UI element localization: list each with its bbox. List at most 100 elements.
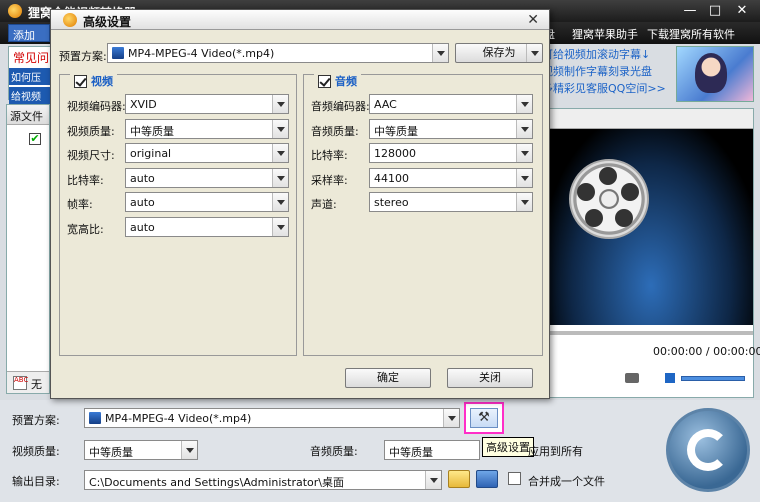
- audio-field-value: 44100: [374, 171, 409, 185]
- video-quality-label: 视频质量:: [12, 445, 60, 458]
- video-field-label: 视频尺寸:: [67, 149, 115, 163]
- time-display: 00:00:00 / 00:00:00: [653, 345, 760, 358]
- faq-panel: 常见问 如何压 给视频: [8, 46, 54, 104]
- dialog-title-bar: 高级设置 ✕: [51, 10, 549, 30]
- video-field-value: auto: [130, 171, 155, 185]
- apply-to-all-label[interactable]: 应用到所有: [528, 443, 583, 459]
- faq-link-1[interactable]: 如何压: [9, 68, 53, 85]
- video-field-label: 视频编码器:: [67, 100, 126, 113]
- promo-links: 可给视频加滚动字幕↓ 视频制作字幕刻录光盘 多精彩见客服QQ空间>>: [542, 46, 674, 100]
- audio-field-select[interactable]: 128000: [369, 143, 533, 164]
- advanced-settings-button[interactable]: ⚒: [464, 402, 504, 434]
- merge-label: 合并成一个文件: [528, 475, 605, 488]
- volume-icon[interactable]: [665, 373, 675, 383]
- menu-item-download-all[interactable]: 下载狸窝所有软件: [647, 26, 735, 42]
- audio-group: 音频: [303, 73, 543, 356]
- advanced-settings-tooltip: 高级设置: [482, 437, 534, 457]
- browse-folder-icon[interactable]: [448, 470, 470, 488]
- faq-link-2[interactable]: 给视频: [9, 87, 53, 104]
- audio-group-title: 音频: [335, 75, 357, 88]
- video-group-header: 视频: [70, 73, 117, 89]
- audio-field-value: AAC: [374, 98, 397, 111]
- audio-field-select[interactable]: 44100: [369, 167, 533, 188]
- video-field-select[interactable]: auto: [125, 192, 289, 213]
- dialog-preset-label: 预置方案:: [59, 50, 107, 63]
- preset-select[interactable]: MP4-MPEG-4 Video(*.mp4): [84, 408, 460, 428]
- video-field-label: 视频质量:: [67, 124, 115, 138]
- video-field-value: original: [130, 147, 172, 161]
- volume-slider[interactable]: [681, 376, 745, 381]
- dialog-preset-value: MP4-MPEG-4 Video(*.mp4): [128, 47, 275, 60]
- output-dir-select[interactable]: C:\Documents and Settings\Administrator\…: [84, 470, 442, 490]
- preview-panel: 00:00:00 / 00:00:00: [548, 108, 760, 398]
- promo-link-1[interactable]: 可给视频加滚动字幕↓: [542, 46, 674, 63]
- dialog-close-icon[interactable]: ✕: [527, 12, 539, 28]
- subtitle-value[interactable]: 无: [31, 376, 42, 392]
- ok-button[interactable]: 确定: [345, 368, 431, 388]
- audio-quality-label: 音频质量:: [310, 445, 358, 458]
- faq-title: 常见问: [13, 51, 50, 65]
- preset-label: 预置方案:: [12, 414, 60, 427]
- video-field-select[interactable]: auto: [125, 217, 289, 237]
- video-field-label: 帧率:: [67, 198, 93, 212]
- video-field-label: 比特率:: [67, 173, 104, 187]
- output-dir-value: C:\Documents and Settings\Administrator\…: [89, 476, 345, 489]
- audio-enable-checkbox[interactable]: [318, 74, 331, 88]
- video-field-label: 宽高比:: [67, 223, 104, 236]
- audio-group-header: 音频: [314, 73, 361, 89]
- promo-link-2[interactable]: 视频制作字幕刻录光盘: [542, 63, 674, 80]
- video-field-select[interactable]: 中等质量: [125, 118, 289, 139]
- preset-value: MP4-MPEG-4 Video(*.mp4): [105, 412, 252, 425]
- maximize-icon[interactable]: □: [707, 3, 723, 19]
- film-reel-icon: [569, 159, 649, 239]
- preview-header: [549, 109, 753, 129]
- audio-field-label: 比特率:: [311, 149, 348, 163]
- dialog-title: 高级设置: [83, 15, 132, 29]
- audio-field-label: 声道:: [311, 198, 337, 212]
- seek-bar[interactable]: [549, 331, 753, 335]
- audio-field-label: 音频编码器:: [311, 100, 370, 113]
- audio-field-value: 中等质量: [374, 124, 418, 138]
- convert-arrow-icon: [687, 429, 729, 471]
- audio-field-label: 采样率:: [311, 173, 348, 187]
- convert-button[interactable]: [666, 408, 750, 492]
- save-as-label: 保存为: [482, 46, 516, 59]
- menu-item-apple-helper[interactable]: 狸窝苹果助手: [572, 26, 638, 42]
- audio-quality-select[interactable]: 中等质量: [384, 440, 480, 460]
- video-quality-value: 中等质量: [89, 446, 133, 459]
- promo-link-3[interactable]: 多精彩见客服QQ空间>>: [542, 80, 674, 97]
- audio-field-select[interactable]: 中等质量: [369, 118, 533, 139]
- video-field-select[interactable]: XVID: [125, 94, 289, 114]
- video-field-select[interactable]: original: [125, 143, 289, 164]
- wrench-icon: ⚒: [470, 408, 498, 428]
- file-checkbox[interactable]: ✔: [29, 133, 41, 145]
- open-folder-icon[interactable]: [476, 470, 498, 488]
- close-button[interactable]: 关闭: [447, 368, 533, 388]
- banner-character-image: [695, 53, 727, 93]
- output-dir-label: 输出目录:: [12, 475, 60, 488]
- video-enable-checkbox[interactable]: [74, 74, 87, 88]
- video-field-value: auto: [130, 221, 155, 234]
- audio-field-select[interactable]: stereo: [369, 192, 533, 213]
- audio-field-value: 128000: [374, 147, 416, 161]
- video-field-select[interactable]: auto: [125, 167, 289, 188]
- video-group: 视频: [59, 73, 297, 356]
- audio-field-select[interactable]: AAC: [369, 94, 533, 114]
- dialog-logo-icon: [63, 13, 77, 27]
- add-file-button[interactable]: 添加: [8, 24, 50, 42]
- video-field-value: 中等质量: [130, 124, 174, 138]
- close-icon[interactable]: ✕: [734, 3, 750, 19]
- advanced-settings-dialog: 高级设置 ✕ 预置方案: MP4-MPEG-4 Video(*.mp4) 保存为…: [50, 9, 550, 399]
- video-field-value: XVID: [130, 98, 157, 111]
- save-as-button[interactable]: 保存为: [455, 43, 543, 63]
- app-logo-icon: [8, 4, 22, 18]
- video-quality-select[interactable]: 中等质量: [84, 440, 198, 460]
- merge-checkbox[interactable]: [508, 472, 521, 485]
- ad-banner[interactable]: [676, 46, 754, 102]
- source-file-panel: 源文件 ✔ ABC 无: [6, 104, 50, 394]
- snapshot-icon[interactable]: [625, 373, 639, 383]
- dialog-preset-select[interactable]: MP4-MPEG-4 Video(*.mp4): [107, 43, 449, 63]
- dialog-mp4-icon: [112, 47, 124, 59]
- subtitle-icon: ABC: [13, 376, 28, 390]
- minimize-icon[interactable]: —: [682, 3, 698, 19]
